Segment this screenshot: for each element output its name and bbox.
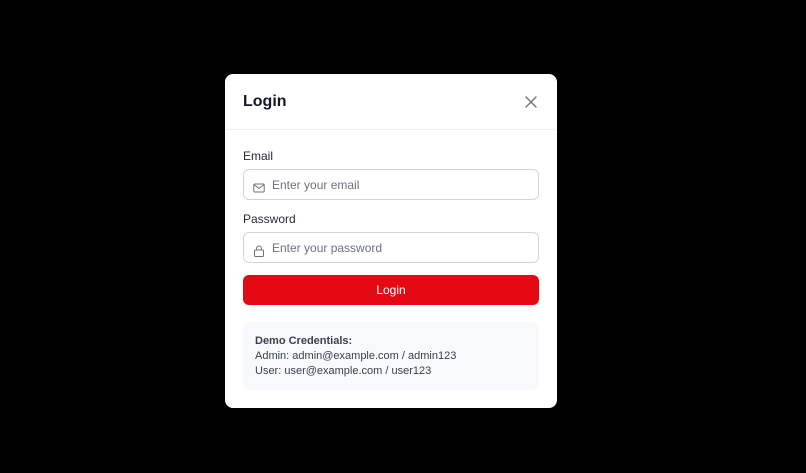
- lock-icon: [254, 245, 264, 257]
- email-input[interactable]: [272, 170, 534, 199]
- login-button[interactable]: Login: [243, 275, 539, 305]
- email-field-wrapper[interactable]: [243, 169, 539, 200]
- demo-credentials-title: Demo Credentials:: [255, 335, 353, 347]
- mail-icon: [253, 183, 265, 193]
- password-input[interactable]: [272, 233, 534, 262]
- close-button[interactable]: [521, 92, 541, 112]
- modal-header: Login: [225, 74, 557, 130]
- modal-title: Login: [243, 93, 287, 110]
- email-label: Email: [243, 149, 274, 163]
- login-modal: Login Email Password Login Demo Credenti…: [225, 74, 557, 408]
- demo-user-credentials: User: user@example.com / user123: [255, 365, 432, 377]
- demo-admin-credentials: Admin: admin@example.com / admin123: [255, 350, 457, 362]
- close-icon: [525, 96, 537, 108]
- demo-credentials-box: Demo Credentials: Admin: admin@example.c…: [243, 322, 539, 390]
- password-field-wrapper[interactable]: [243, 232, 539, 263]
- password-label: Password: [243, 212, 296, 226]
